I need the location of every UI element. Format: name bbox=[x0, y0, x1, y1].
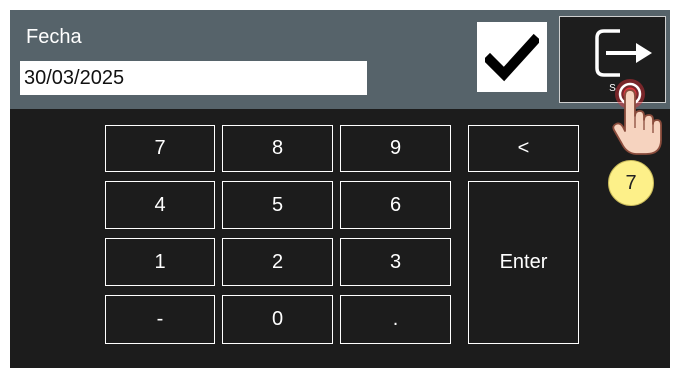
key-2[interactable]: 2 bbox=[222, 238, 333, 286]
key-1[interactable]: 1 bbox=[105, 238, 215, 286]
checkmark-icon bbox=[485, 33, 539, 82]
minus-key[interactable]: - bbox=[105, 295, 215, 344]
decimal-key[interactable]: . bbox=[340, 295, 451, 344]
key-8[interactable]: 8 bbox=[222, 125, 333, 172]
calculator-screen: Fecha S 7 8 9 < 4 5 6 Enter 1 2 3 - 0 . bbox=[10, 10, 670, 368]
key-5[interactable]: 5 bbox=[222, 181, 333, 229]
backspace-key[interactable]: < bbox=[468, 125, 579, 172]
key-4[interactable]: 4 bbox=[105, 181, 215, 229]
date-header: Fecha S bbox=[10, 10, 670, 109]
key-0[interactable]: 0 bbox=[222, 295, 333, 344]
hand-pointer-icon bbox=[612, 79, 662, 155]
key-3[interactable]: 3 bbox=[340, 238, 451, 286]
enter-key[interactable]: Enter bbox=[468, 181, 579, 344]
step-badge: 7 bbox=[608, 160, 654, 206]
confirm-button[interactable] bbox=[477, 22, 547, 92]
key-9[interactable]: 9 bbox=[340, 125, 451, 172]
date-input[interactable] bbox=[20, 61, 367, 95]
exit-arrow-icon bbox=[595, 29, 652, 77]
key-7[interactable]: 7 bbox=[105, 125, 215, 172]
date-label: Fecha bbox=[26, 26, 82, 48]
key-6[interactable]: 6 bbox=[340, 181, 451, 229]
